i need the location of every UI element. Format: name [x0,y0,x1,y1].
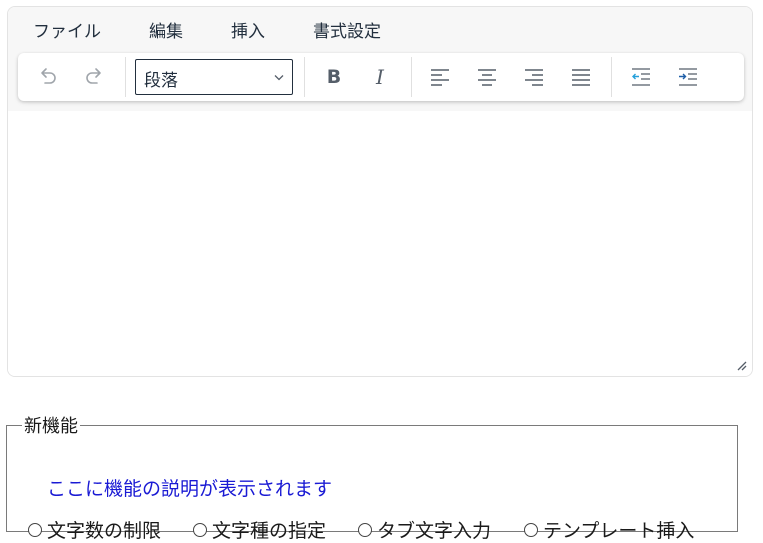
toolbar-separator [611,57,612,97]
menu-insert[interactable]: 挿入 [231,17,265,42]
editor-content-area[interactable] [8,111,752,376]
option-label: 文字種の指定 [212,520,327,542]
new-feature-panel: 新機能 ここに機能の説明が表示されます 文字数の制限 文字種の指定 タブ文字入力… [6,412,738,542]
align-center-icon [478,69,496,86]
option-label: テンプレート挿入 [543,520,695,542]
italic-icon: I [376,65,384,89]
outdent-icon [632,68,650,86]
align-left-button[interactable] [423,60,457,94]
menubar: ファイル 編集 挿入 書式設定 [8,7,752,51]
block-format-value: 段落 [144,71,178,91]
chevron-down-icon [274,75,284,81]
undo-icon [41,68,56,84]
radio-button[interactable] [193,522,207,537]
menu-format[interactable]: 書式設定 [313,17,381,42]
align-right-button[interactable] [517,60,551,94]
rich-text-editor: ファイル 編集 挿入 書式設定 段落 B I [7,6,753,377]
radio-button[interactable] [28,522,42,537]
align-left-icon [431,69,449,86]
align-justify-button[interactable] [564,60,598,94]
option-label: タブ文字入力 [377,520,492,542]
align-center-button[interactable] [470,60,504,94]
toolbar-separator [304,57,305,97]
block-format-select[interactable]: 段落 [135,59,293,95]
toolbar-separator [411,57,412,97]
redo-button[interactable] [77,60,111,94]
option-char-limit[interactable]: 文字数の制限 [28,516,161,543]
redo-icon [86,68,101,84]
undo-button[interactable] [31,60,65,94]
resize-handle-icon[interactable] [735,359,747,371]
italic-button[interactable]: I [363,60,397,94]
radio-button[interactable] [524,522,538,537]
feature-description: ここに機能の説明が表示されます [47,478,333,500]
outdent-button[interactable] [624,60,658,94]
option-label: 文字数の制限 [47,520,162,542]
indent-icon [679,68,697,86]
option-char-type[interactable]: 文字種の指定 [193,516,326,543]
panel-legend: 新機能 [24,416,78,437]
option-template-insert[interactable]: テンプレート挿入 [524,516,694,543]
option-tab-input[interactable]: タブ文字入力 [358,516,491,543]
align-justify-icon [572,69,590,86]
bold-icon: B [326,66,342,88]
bold-button[interactable]: B [317,60,351,94]
toolbar-separator [125,57,126,97]
indent-button[interactable] [671,60,705,94]
toolbar: 段落 B I [18,53,744,101]
align-right-icon [525,69,543,86]
menu-edit[interactable]: 編集 [149,17,183,42]
radio-button[interactable] [358,522,372,537]
menu-file[interactable]: ファイル [33,17,101,42]
editor-header: ファイル 編集 挿入 書式設定 段落 B I [8,7,752,111]
